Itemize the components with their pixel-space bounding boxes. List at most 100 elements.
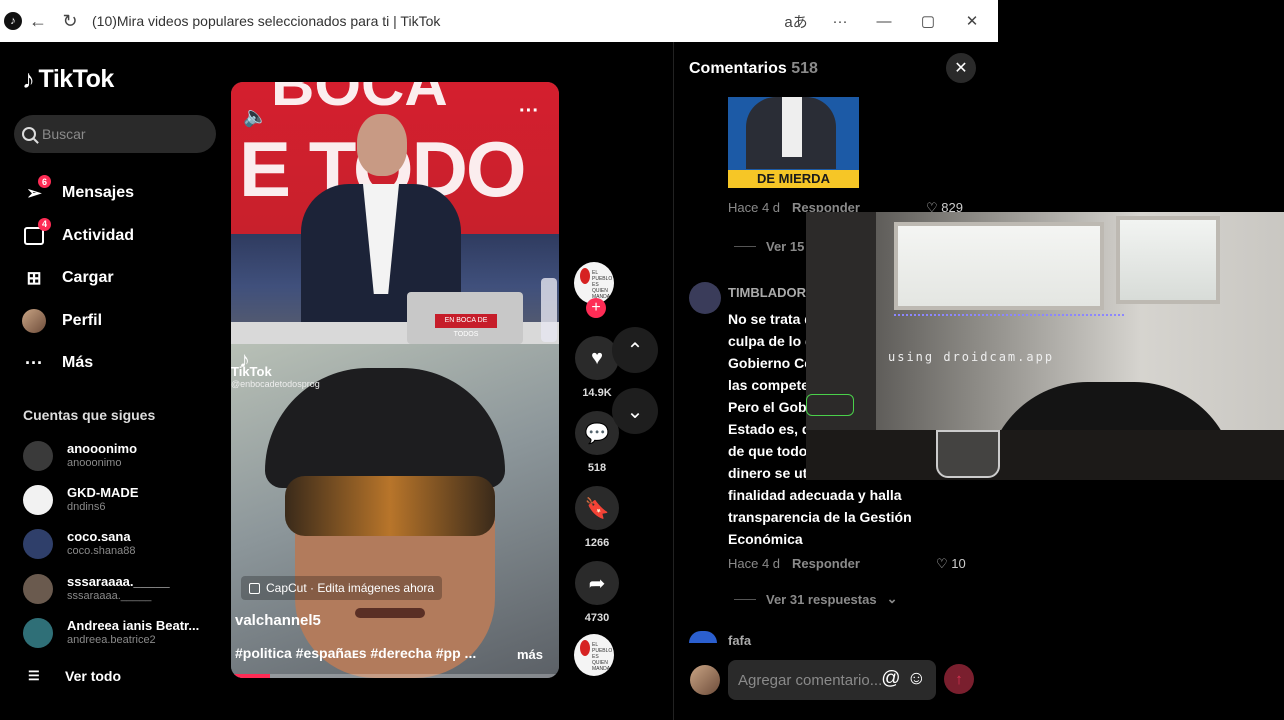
volume-icon[interactable]: 🔈	[243, 104, 268, 129]
tiktok-logo[interactable]: ♪ TikTok	[22, 64, 114, 95]
view-replies-button[interactable]: Ver 31 respuestas ⌄	[734, 591, 897, 607]
capcut-label: CapCut · Edita imágenes ahora	[266, 581, 435, 595]
sidebar-nav: ➢ 6 Mensajes 4 Actividad ⊞ Cargar Perfil …	[22, 172, 134, 385]
following-account[interactable]: Andreea ianis Beatr... andreea.beatrice2	[23, 611, 199, 655]
following-account[interactable]: sssaraaaa._____ sssaraaaa._____	[23, 567, 199, 611]
window-controls: a͏あ ··· — ▢ ✕	[774, 11, 994, 32]
search-placeholder: Buscar	[42, 126, 86, 142]
avatar[interactable]	[689, 282, 721, 314]
read-aloud-button[interactable]: a͏あ	[774, 11, 818, 32]
comment-image[interactable]: DE MIERDA	[728, 97, 859, 188]
account-handle: dndins6	[67, 501, 106, 514]
sidebar-item-label: Mensajes	[62, 184, 135, 202]
bookmark-icon: 🔖	[575, 486, 619, 530]
sidebar-item-label: Perfil	[62, 311, 103, 329]
follow-button[interactable]: +	[586, 298, 606, 318]
video-player[interactable]: BOCA E TODO EN BOCA DE TODOS 🔈 ··· ♪ Tik…	[231, 82, 559, 678]
following-list: anooonimo anooonimo GKD-MADE dndins6 coco.…	[23, 434, 199, 655]
close-window-button[interactable]: ✕	[950, 12, 994, 30]
view-replies-button[interactable]: Ver 15	[734, 239, 804, 254]
account-handle: coco.shana88	[67, 545, 136, 558]
mention-icon[interactable]: @	[881, 668, 900, 690]
comment-username[interactable]: TIMBLADOR	[728, 285, 806, 300]
next-video-button[interactable]: ⌄	[612, 388, 658, 434]
creator-avatar-text: EL PUEBLO ES QUIEN MANDA	[592, 270, 613, 300]
video-more-icon[interactable]: ···	[519, 100, 539, 123]
upload-icon: ⊞	[26, 267, 42, 288]
droidcam-watermark: using droidcam.app	[888, 350, 1055, 364]
browser-titlebar: ♪ ← ↻ (10)Mira videos populares seleccio…	[0, 0, 998, 42]
glass	[936, 430, 1000, 478]
capcut-icon	[249, 582, 260, 594]
comment-count: 518	[587, 462, 607, 474]
window-frame	[1116, 216, 1220, 304]
comments-title: Comentarios 518	[689, 60, 818, 78]
more-options-button[interactable]: ···	[818, 13, 862, 30]
avatar	[23, 441, 53, 472]
list-icon: ☰	[28, 668, 40, 683]
caption-more-button[interactable]: más	[517, 647, 543, 662]
share-count: 4730	[584, 612, 610, 624]
comment-like[interactable]: ♡ 10	[936, 556, 966, 572]
video-hashtags[interactable]: #politica #españaᴇs #derecha #pp ...	[235, 645, 476, 661]
webcam-overlay: using droidcam.app	[806, 212, 1284, 480]
previous-video-button[interactable]: ⌃	[612, 327, 658, 373]
account-name: GKD-MADE	[67, 485, 139, 501]
minimize-button[interactable]: —	[862, 13, 906, 30]
view-replies-label: Ver 15	[766, 239, 805, 254]
see-all-button[interactable]: ☰ Ver todo	[28, 668, 121, 684]
sidebar: ♪ TikTok Buscar ➢ 6 Mensajes 4 Actividad …	[0, 42, 230, 720]
following-account[interactable]: coco.sana coco.shana88	[23, 522, 199, 566]
account-handle: anooonimo	[67, 457, 122, 470]
share-action[interactable]: ➦ 4730	[574, 561, 620, 624]
tiktok-favicon-icon: ♪	[4, 12, 22, 30]
avatar[interactable]	[689, 631, 717, 643]
comment-username[interactable]: fafa	[728, 633, 751, 648]
video-author[interactable]: valchannel5	[235, 612, 321, 629]
messages-badge: 6	[38, 175, 51, 189]
maximize-button[interactable]: ▢	[906, 12, 950, 30]
account-handle: sssaraaaa._____	[67, 589, 152, 602]
see-all-label: Ver todo	[65, 668, 122, 684]
video-progress-fill	[231, 674, 271, 678]
avatar	[23, 485, 53, 516]
search-input[interactable]: Buscar	[14, 115, 216, 153]
send-comment-button[interactable]: ↑	[944, 664, 974, 694]
heart-outline-icon: ♡	[936, 556, 948, 571]
account-name: coco.sana	[67, 529, 131, 545]
save-action[interactable]: 🔖 1266	[574, 486, 620, 549]
following-account[interactable]: anooonimo anooonimo	[23, 434, 199, 478]
window-frame	[894, 222, 1104, 310]
emoji-icon[interactable]: ☺	[907, 668, 926, 690]
close-comments-button[interactable]: ✕	[946, 53, 976, 83]
music-disc-avatar[interactable]: EL PUEBLO ES QUIEN MANDA	[574, 634, 614, 676]
sidebar-item-messages[interactable]: ➢ 6 Mensajes	[22, 172, 134, 215]
save-count: 1266	[584, 537, 610, 549]
comment-like-count: 10	[951, 556, 966, 571]
sidebar-item-more[interactable]: ··· Más	[22, 342, 134, 385]
account-name: sssaraaaa._____	[67, 573, 170, 589]
following-title: Cuentas que sigues	[23, 407, 156, 423]
back-button[interactable]: ←	[22, 11, 54, 32]
send-icon: ➢ 6	[22, 175, 51, 205]
comment-input[interactable]: Agregar comentario... @ ☺	[728, 660, 936, 700]
sidebar-item-activity[interactable]: 4 Actividad	[22, 215, 134, 258]
comment-input-row: Agregar comentario... @ ☺ ↑	[674, 648, 974, 720]
reload-button[interactable]: ↻	[54, 11, 86, 32]
sidebar-item-profile[interactable]: Perfil	[22, 300, 134, 343]
avatar	[23, 573, 53, 604]
account-handle: andreea.beatrice2	[67, 633, 156, 646]
capcut-link[interactable]: CapCut · Edita imágenes ahora	[241, 576, 443, 600]
video-progress-bar[interactable]	[231, 674, 559, 678]
inbox-icon: 4	[22, 217, 51, 248]
string-lights	[894, 314, 1124, 316]
reply-button[interactable]: Responder	[792, 556, 860, 571]
sidebar-item-label: Cargar	[62, 269, 114, 287]
close-icon: ✕	[954, 60, 968, 77]
share-icon: ➦	[575, 561, 619, 605]
following-account[interactable]: GKD-MADE dndins6	[23, 478, 199, 522]
tiktok-note-icon: ♪	[22, 64, 35, 94]
sidebar-item-upload[interactable]: ⊞ Cargar	[22, 257, 134, 300]
water-bottle	[541, 278, 557, 342]
account-name: Andreea ianis Beatr...	[67, 617, 200, 633]
